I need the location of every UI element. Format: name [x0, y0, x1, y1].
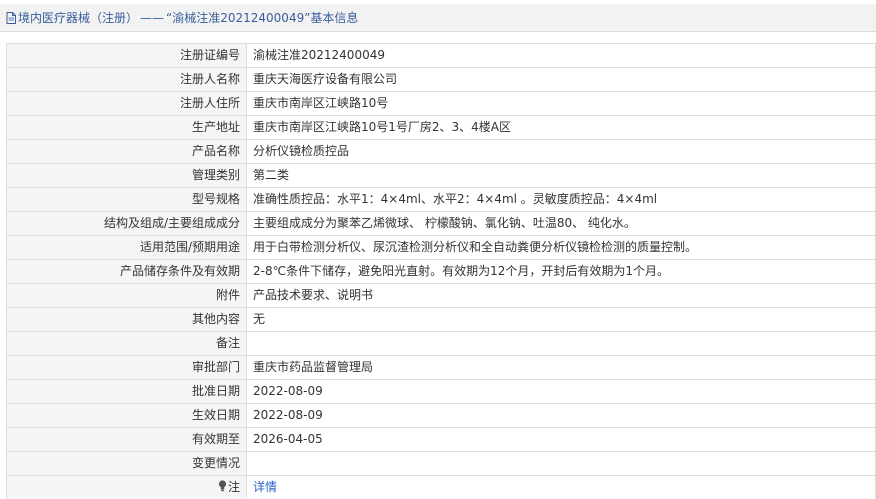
table-row: 备注 — [7, 332, 876, 356]
table-row: 生产地址重庆市南岸区江峡路10号1号厂房2、3、4楼A区 — [7, 116, 876, 140]
table-row: 产品名称分析仪镜检质控品 — [7, 140, 876, 164]
table-row: 结构及组成/主要组成成分主要组成成分为聚苯乙烯微球、 柠檬酸钠、氯化钠、吐温80… — [7, 212, 876, 236]
field-label: 变更情况 — [7, 452, 247, 476]
field-value: 准确性质控品：水平1：4×4ml、水平2：4×4ml 。灵敏度质控品：4×4ml — [247, 188, 876, 212]
detail-link[interactable]: 详情 — [253, 480, 277, 494]
field-value: 2-8℃条件下储存，避免阳光直射。有效期为12个月，开封后有效期为1个月。 — [247, 260, 876, 284]
table-row-note: 注 详情 — [7, 476, 876, 499]
field-label: 批准日期 — [7, 380, 247, 404]
table-row: 批准日期2022-08-09 — [7, 380, 876, 404]
table-row: 其他内容无 — [7, 308, 876, 332]
table-row: 有效期至2026-04-05 — [7, 428, 876, 452]
field-value: 重庆市南岸区江峡路10号1号厂房2、3、4楼A区 — [247, 116, 876, 140]
document-icon — [6, 12, 16, 24]
field-value — [247, 332, 876, 356]
table-row: 生效日期2022-08-09 — [7, 404, 876, 428]
field-label: 审批部门 — [7, 356, 247, 380]
field-label: 备注 — [7, 332, 247, 356]
field-label: 其他内容 — [7, 308, 247, 332]
note-label-cell: 注 — [7, 476, 247, 499]
field-value: 用于白带检测分析仪、尿沉渣检测分析仪和全自动粪便分析仪镜检检测的质量控制。 — [247, 236, 876, 260]
field-value: 分析仪镜检质控品 — [247, 140, 876, 164]
field-label: 注册人名称 — [7, 68, 247, 92]
field-value: 重庆市南岸区江峡路10号 — [247, 92, 876, 116]
field-value: 2022-08-09 — [247, 380, 876, 404]
table-row: 变更情况 — [7, 452, 876, 476]
field-label: 有效期至 — [7, 428, 247, 452]
field-label: 注册人住所 — [7, 92, 247, 116]
header-category: 境内医疗器械（注册） — [18, 9, 138, 26]
table-row: 审批部门重庆市药品监督管理局 — [7, 356, 876, 380]
field-label: 管理类别 — [7, 164, 247, 188]
field-label: 产品储存条件及有效期 — [7, 260, 247, 284]
field-value: 2022-08-09 — [247, 404, 876, 428]
info-table: 注册证编号渝械注准20212400049注册人名称重庆天海医疗设备有限公司注册人… — [6, 43, 876, 499]
field-value: 重庆天海医疗设备有限公司 — [247, 68, 876, 92]
field-value: 重庆市药品监督管理局 — [247, 356, 876, 380]
note-value-cell: 详情 — [247, 476, 876, 499]
table-row: 注册证编号渝械注准20212400049 — [7, 44, 876, 68]
page-title: “渝械注准20212400049”基本信息 — [166, 9, 358, 26]
header-separator: —— — [140, 11, 164, 25]
field-value: 主要组成成分为聚苯乙烯微球、 柠檬酸钠、氯化钠、吐温80、 纯化水。 — [247, 212, 876, 236]
table-row: 注册人名称重庆天海医疗设备有限公司 — [7, 68, 876, 92]
table-row: 型号规格准确性质控品：水平1：4×4ml、水平2：4×4ml 。灵敏度质控品：4… — [7, 188, 876, 212]
field-label: 结构及组成/主要组成成分 — [7, 212, 247, 236]
field-label: 适用范围/预期用途 — [7, 236, 247, 260]
field-label: 附件 — [7, 284, 247, 308]
table-row: 管理类别第二类 — [7, 164, 876, 188]
lightbulb-icon — [218, 480, 227, 492]
field-value: 渝械注准20212400049 — [247, 44, 876, 68]
field-value — [247, 452, 876, 476]
field-value: 无 — [247, 308, 876, 332]
field-label: 产品名称 — [7, 140, 247, 164]
table-row: 注册人住所重庆市南岸区江峡路10号 — [7, 92, 876, 116]
table-row: 产品储存条件及有效期2-8℃条件下储存，避免阳光直射。有效期为12个月，开封后有… — [7, 260, 876, 284]
page-header: 境内医疗器械（注册） —— “渝械注准20212400049”基本信息 — [0, 4, 876, 32]
field-value: 2026-04-05 — [247, 428, 876, 452]
field-label: 生产地址 — [7, 116, 247, 140]
field-value: 产品技术要求、说明书 — [247, 284, 876, 308]
table-row: 适用范围/预期用途用于白带检测分析仪、尿沉渣检测分析仪和全自动粪便分析仪镜检检测… — [7, 236, 876, 260]
note-label: 注 — [228, 480, 240, 494]
field-label: 型号规格 — [7, 188, 247, 212]
field-label: 注册证编号 — [7, 44, 247, 68]
field-value: 第二类 — [247, 164, 876, 188]
field-label: 生效日期 — [7, 404, 247, 428]
table-row: 附件产品技术要求、说明书 — [7, 284, 876, 308]
